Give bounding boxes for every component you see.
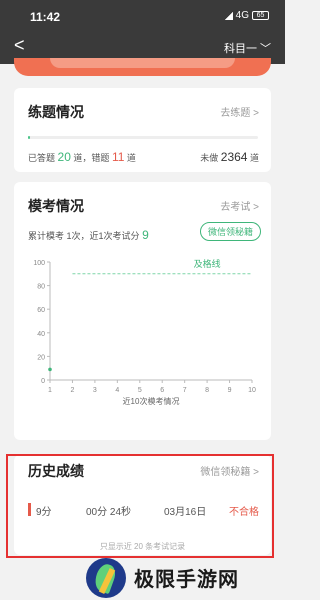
watermark-text: 极限手游网: [134, 569, 239, 591]
y-tick-label: 0: [41, 378, 45, 385]
wrong-unit: 道: [126, 153, 136, 163]
y-tick-label: 100: [33, 260, 45, 267]
banner-decoration: [14, 58, 271, 76]
x-tick-label: 10: [248, 387, 256, 394]
practice-progress-fill: [28, 136, 31, 139]
watermark-logo-icon: [86, 557, 126, 598]
x-tick-label: 5: [138, 387, 142, 394]
practice-stats: 已答题 20 道，错题 11 道: [28, 150, 136, 164]
mock-summary-prefix: 累计模考: [28, 231, 65, 241]
x-tick-label: 1: [48, 387, 52, 394]
back-icon[interactable]: <: [14, 36, 25, 54]
mock-score-chart: 0 20 40 60 80 100 1 2 3 4 5 6 7 8 9 10 及格线近10次模考情况: [33, 258, 256, 406]
x-tick-label: 7: [183, 387, 187, 394]
y-tick-label: 20: [37, 354, 45, 361]
status-icons: 4G 65: [224, 10, 269, 21]
status-time: 11:42: [30, 10, 61, 24]
wrong-count: 11: [111, 150, 125, 164]
undone-prefix: 未做: [200, 153, 219, 163]
app-header: 11:42 4G 65 < 科目一 ﹀: [0, 0, 285, 64]
practice-title: 练题情况: [28, 104, 84, 120]
subject-label: 科目一: [224, 43, 257, 55]
chevron-down-icon: ﹀: [260, 43, 271, 55]
x-tick-label: 6: [160, 387, 164, 394]
y-tick-label: 40: [37, 331, 45, 338]
highlight-frame: [6, 454, 274, 558]
network-type: 4G: [235, 10, 249, 21]
subject-selector[interactable]: 科目一 ﹀: [224, 40, 271, 56]
undone-count: 2364: [220, 150, 248, 164]
x-tick-label: 9: [228, 387, 232, 394]
x-tick-label: 3: [93, 387, 97, 394]
mock-title: 模考情况: [28, 198, 84, 214]
wechat-tips-button[interactable]: 微信领秘籍: [199, 222, 261, 241]
answered-unit: 道，错题: [73, 153, 110, 163]
banner: [0, 58, 285, 76]
score-point: [48, 367, 52, 372]
undone-stats: 未做 2364 道: [200, 150, 259, 164]
watermark: 极限手游网: [86, 555, 239, 600]
signal-icon: [224, 11, 233, 20]
x-axis-label: 近10次模考情况: [123, 396, 180, 406]
answered-count: 20: [57, 150, 71, 164]
last-score: 9: [142, 228, 149, 242]
x-tick-label: 4: [115, 387, 119, 394]
mock-summary-count: 1次，近1次考试分: [66, 231, 140, 241]
go-practice-link[interactable]: 去练题 >: [220, 104, 259, 119]
go-exam-link[interactable]: 去考试 >: [220, 198, 259, 213]
pass-line-label: 及格线: [194, 258, 221, 269]
x-tick-label: 8: [205, 387, 209, 394]
practice-card: 练题情况 去练题 > 已答题 20 道，错题 11 道 未做 2364 道: [14, 88, 271, 172]
battery-icon: 65: [252, 11, 269, 20]
y-tick-label: 60: [37, 307, 45, 314]
practice-progress-bar: [28, 136, 258, 139]
mock-summary: 累计模考 1次，近1次考试分 9: [28, 228, 149, 242]
y-tick-label: 80: [37, 284, 45, 291]
mock-exam-card: 模考情况 去考试 > 累计模考 1次，近1次考试分 9 微信领秘籍 0 20 40 6…: [14, 182, 271, 440]
undone-unit: 道: [249, 153, 259, 163]
answered-prefix: 已答题: [28, 153, 56, 163]
x-tick-label: 2: [70, 387, 74, 394]
